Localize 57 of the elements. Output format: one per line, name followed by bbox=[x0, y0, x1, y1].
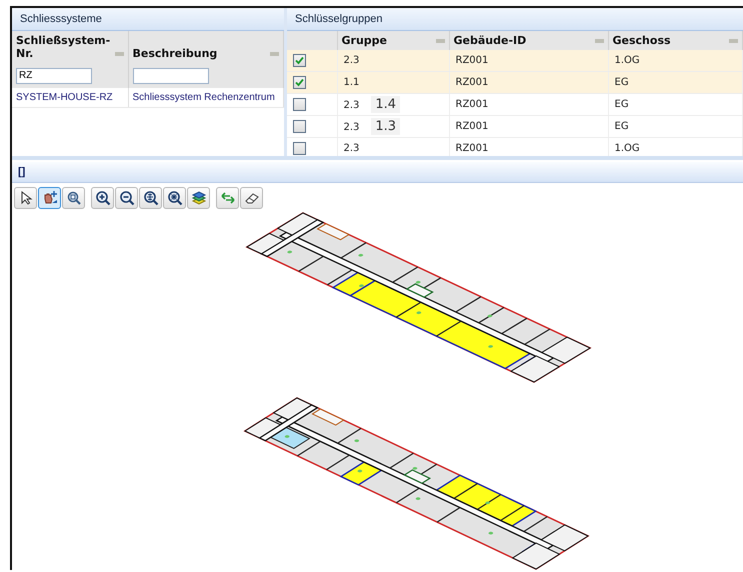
table-cell: 1.OG bbox=[614, 143, 640, 154]
zoom-out-icon bbox=[118, 190, 134, 206]
eraser-tool-button[interactable] bbox=[240, 187, 263, 209]
table-cell: 2.3 bbox=[344, 55, 360, 66]
panel-title: Schliesssysteme bbox=[12, 8, 284, 31]
pan-tool-button[interactable] bbox=[38, 187, 61, 209]
filter-field[interactable]: RZ bbox=[16, 68, 92, 84]
checkbox[interactable] bbox=[293, 76, 306, 89]
column-header[interactable]: Gebäude-ID bbox=[449, 31, 608, 50]
checkbox[interactable] bbox=[293, 120, 306, 133]
filter-field[interactable] bbox=[132, 68, 208, 84]
zoom-region-tool-button[interactable] bbox=[163, 187, 186, 209]
table-cell: 1.OG bbox=[614, 55, 640, 66]
table-cell: RZ001 bbox=[456, 55, 488, 66]
checkbox[interactable] bbox=[293, 142, 306, 155]
zoom-in-tool-button[interactable] bbox=[91, 187, 114, 209]
zoom-icon bbox=[66, 190, 82, 206]
table-cell: 2.3 bbox=[344, 122, 360, 133]
layers-tool-button[interactable] bbox=[187, 187, 210, 209]
header-label: Gruppe bbox=[342, 34, 387, 47]
table-cell: RZ001 bbox=[456, 77, 488, 88]
table-cell[interactable]: Schliesssystem Rechenzentrum bbox=[128, 88, 284, 107]
floating-label: 1.3 bbox=[371, 118, 400, 135]
column-header[interactable]: Geschoss bbox=[608, 31, 742, 50]
table-cell: RZ001 bbox=[456, 143, 488, 154]
zoom-extent-icon bbox=[142, 190, 158, 206]
table-cell: EG bbox=[614, 77, 629, 88]
table-cell: 1.1 bbox=[344, 77, 360, 88]
header-label: Gebäude-ID bbox=[454, 34, 526, 47]
map-panel-title: [] bbox=[12, 162, 743, 183]
table-cell: RZ001 bbox=[456, 121, 488, 132]
arrows-icon bbox=[220, 190, 236, 206]
pointer-tool-button[interactable] bbox=[14, 187, 37, 209]
table-cell: EG bbox=[614, 99, 629, 110]
zoom-in-icon bbox=[94, 190, 110, 206]
zoom-region-icon bbox=[166, 190, 182, 206]
refresh-tool-button[interactable] bbox=[216, 187, 239, 209]
header-label: Geschoss bbox=[612, 34, 671, 47]
table-cell: RZ001 bbox=[456, 99, 488, 110]
checkbox[interactable] bbox=[293, 54, 306, 67]
table-cell: 2.3 bbox=[344, 143, 360, 154]
zoom-out-tool-button[interactable] bbox=[115, 187, 138, 209]
hand-icon bbox=[42, 190, 58, 206]
layers-icon bbox=[190, 190, 206, 206]
table-cell: 2.3 bbox=[344, 100, 360, 111]
column-header[interactable]: Beschreibung bbox=[128, 31, 284, 63]
zoom-window-tool-button[interactable] bbox=[62, 187, 85, 209]
zoom-extent-tool-button[interactable] bbox=[139, 187, 162, 209]
panel-title: Schlüsselgruppen bbox=[287, 8, 743, 31]
column-header[interactable]: Gruppe bbox=[337, 31, 449, 50]
table-cell: EG bbox=[614, 121, 629, 132]
table-cell[interactable]: SYSTEM-HOUSE-RZ bbox=[12, 88, 128, 107]
floating-label: 1.4 bbox=[371, 96, 400, 113]
column-header[interactable]: Schließsystem-Nr. bbox=[12, 31, 128, 63]
header-label: Beschreibung bbox=[132, 47, 218, 60]
checkbox[interactable] bbox=[293, 98, 306, 111]
header-label: Schließsystem-Nr. bbox=[16, 34, 110, 60]
